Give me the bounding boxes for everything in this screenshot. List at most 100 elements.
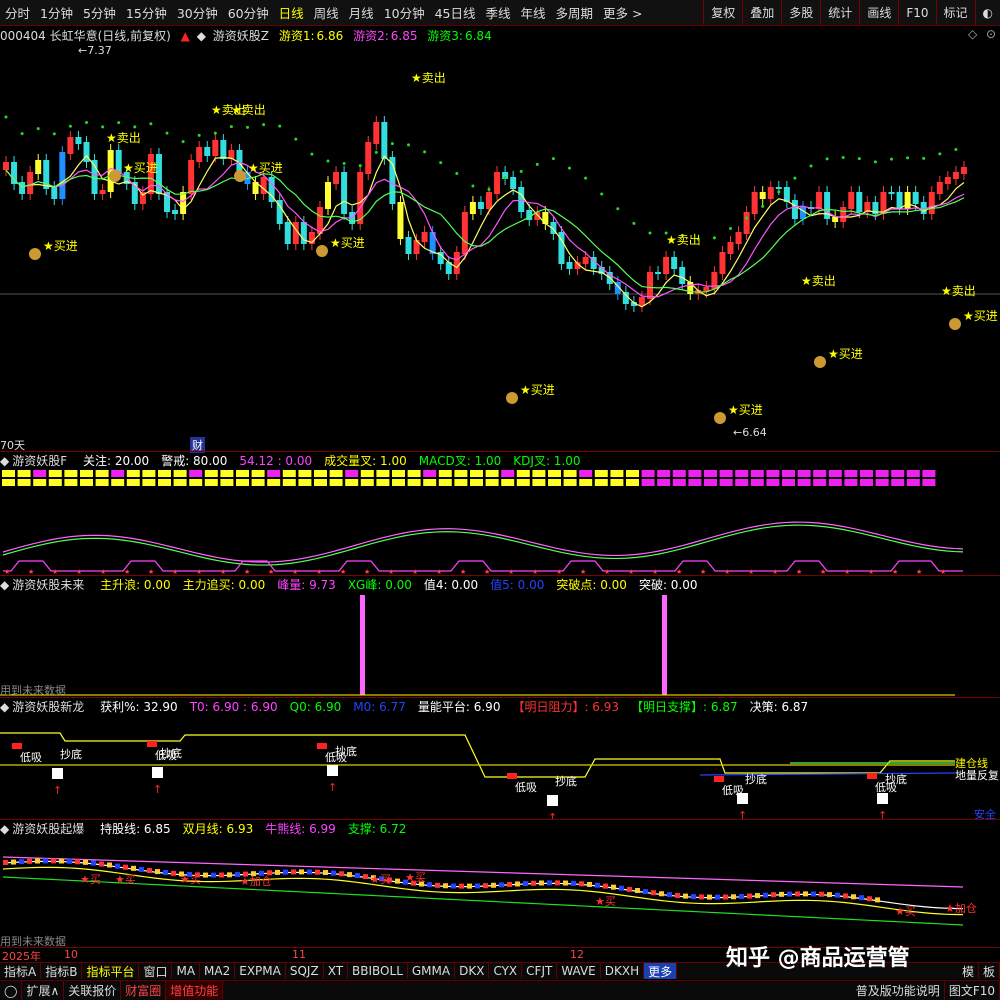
signal-block (17, 479, 31, 486)
extension-button[interactable]: ◯ (0, 981, 23, 1000)
toolbar-button[interactable]: 复权 (703, 0, 742, 25)
panel-chevron-icon[interactable]: ◆ (0, 700, 9, 714)
period-tab[interactable]: 多周期 (551, 3, 599, 22)
indicator-tab[interactable]: DKX (455, 963, 490, 979)
panel-chevron-icon[interactable]: ◆ (0, 454, 9, 468)
panel2-chart[interactable]: ★ ★ ★ ★ ★ ★ ★ ★ ★ ★ ★ ★ ★ ★ ★ ★ ★ ★ ★ ★ ★ ★ ★ ★ ★ ★ ★ ★ ★ ★ ★ ★ ★ ★ ★ ★ ★ ★ ★ ★ (0, 467, 1000, 575)
trend-block (115, 863, 120, 869)
indicator-tab[interactable]: DKXH (601, 963, 645, 979)
sar-dot (584, 176, 588, 180)
signal-block (485, 470, 499, 477)
axis-month-10: 10 (64, 948, 78, 961)
sell-signal: ★卖出 (106, 131, 141, 145)
sar-dot (36, 127, 40, 131)
period-tab[interactable]: 5分钟 (78, 3, 121, 22)
sar-dot (503, 176, 507, 180)
toolbar-button[interactable]: F10 (898, 0, 935, 25)
sar-dot (616, 207, 620, 211)
indicator-tab[interactable]: 指标A (0, 963, 42, 979)
period-tab[interactable]: 更多 > (598, 3, 647, 22)
candle-body (904, 192, 911, 209)
trend-block (83, 859, 88, 865)
toolbar-button[interactable]: ◐ (974, 0, 1000, 25)
period-tab[interactable]: 30分钟 (172, 3, 223, 22)
sar-dot (68, 124, 72, 128)
bottom-box (152, 767, 163, 778)
signal-block (438, 470, 452, 477)
panel5-chart[interactable]: ★买 ★买 ★买 ★买 ★买 ★买 ★买 ★加仓 ★加仓 (0, 835, 1000, 947)
candle-body (421, 232, 428, 242)
trend-block (811, 891, 816, 897)
indicator-tab[interactable]: MA (172, 963, 201, 979)
candle-body (888, 192, 895, 194)
period-tab[interactable]: 45日线 (430, 3, 481, 22)
period-tab[interactable]: 60分钟 (223, 3, 274, 22)
indicator-tab[interactable]: EXPMA (235, 963, 286, 979)
v2-value: 6.85 (390, 29, 418, 43)
help-button[interactable]: 图文F10 (945, 981, 1000, 1000)
buy-mark: ★买 (180, 873, 201, 886)
indicator-tab[interactable]: 指标平台 (82, 963, 140, 979)
toolbar-button[interactable]: 多股 (781, 0, 820, 25)
star-mark: ★ (340, 568, 346, 575)
extension-button[interactable]: 关联报价 (64, 981, 122, 1000)
sar-dot (181, 140, 185, 144)
signal-block (626, 479, 639, 486)
panel4-chart[interactable]: 低吸 低吸 低吸低吸 低吸 低吸抄底↑抄底↑抄底↑ 抄底↑抄底↑抄底↑ (0, 713, 1000, 819)
star-mark: ★ (124, 568, 130, 575)
toolbar-button[interactable]: 画线 (859, 0, 898, 25)
period-tab[interactable]: 10分钟 (379, 3, 430, 22)
settings-diamond-icon[interactable]: ◇ (968, 27, 977, 41)
indicator-tab[interactable]: 窗口 (139, 963, 173, 979)
period-tab[interactable]: 15分钟 (121, 3, 172, 22)
extension-button[interactable]: 扩展∧ (22, 981, 65, 1000)
trend-block (683, 893, 688, 899)
chevron-down-icon[interactable]: ◆ (197, 29, 206, 43)
trend-block (635, 888, 640, 894)
period-tab[interactable]: 年线 (516, 3, 551, 22)
help-button[interactable]: 普及版功能说明 (852, 981, 945, 1000)
panel-chevron-icon[interactable]: ◆ (0, 822, 9, 836)
toolbar-button[interactable]: 标记 (935, 0, 975, 25)
candle-body (333, 172, 340, 184)
trend-block (627, 886, 632, 892)
sar-dot (890, 157, 893, 161)
period-tab[interactable]: 季线 (481, 3, 516, 22)
indicator-tab[interactable]: MA2 (200, 963, 236, 979)
signal-block (501, 470, 515, 477)
signal-block (220, 470, 234, 477)
extension-button[interactable]: 财富圈 (121, 981, 167, 1000)
indicator-tab[interactable]: BBIBOLL (348, 963, 408, 979)
star-mark: ★ (388, 568, 394, 575)
sar-dot (294, 137, 298, 141)
indicator-tab[interactable]: WAVE (557, 963, 601, 979)
template-button[interactable]: 板 (979, 963, 1000, 979)
signal-block (875, 479, 889, 486)
indicator-tab[interactable]: XT (324, 963, 349, 979)
indicator-tab[interactable]: CFJT (522, 963, 558, 979)
period-tab[interactable]: 周线 (309, 3, 344, 22)
indicator-tab[interactable]: 更多 (644, 963, 678, 979)
candle-body (816, 192, 823, 209)
period-tab[interactable]: 月线 (344, 3, 379, 22)
sell-signal: ★卖出 (801, 274, 836, 288)
main-candlestick-chart[interactable]: ★卖出★卖出★卖出★卖出★卖出★卖出★卖出★买进★买进 ★买进★买进★买进★买进★… (0, 42, 1000, 450)
panel-chevron-icon[interactable]: ◆ (0, 578, 9, 592)
toolbar-button[interactable]: 统计 (820, 0, 859, 25)
panel3-chart[interactable] (0, 591, 1000, 697)
trend-block (699, 894, 704, 900)
collapse-icon[interactable]: ⊙ (986, 27, 996, 41)
indicator-value: XG峰: 0.00 (347, 578, 412, 592)
indicator-tab[interactable]: 指标B (41, 963, 83, 979)
indicator-tab[interactable]: CYX (489, 963, 523, 979)
indicator-tab[interactable]: SQJZ (286, 963, 324, 979)
period-tab[interactable]: 日线 (274, 3, 309, 22)
extension-button[interactable]: 增值功能 (166, 981, 224, 1000)
period-tab[interactable]: 分时 (0, 3, 35, 22)
signal-block (33, 479, 47, 486)
period-tab[interactable]: 1分钟 (35, 3, 78, 22)
indicator-tab[interactable]: GMMA (408, 963, 456, 979)
toolbar-button[interactable]: 叠加 (742, 0, 781, 25)
trend-block (347, 872, 352, 878)
template-button[interactable]: 模 (958, 963, 979, 979)
